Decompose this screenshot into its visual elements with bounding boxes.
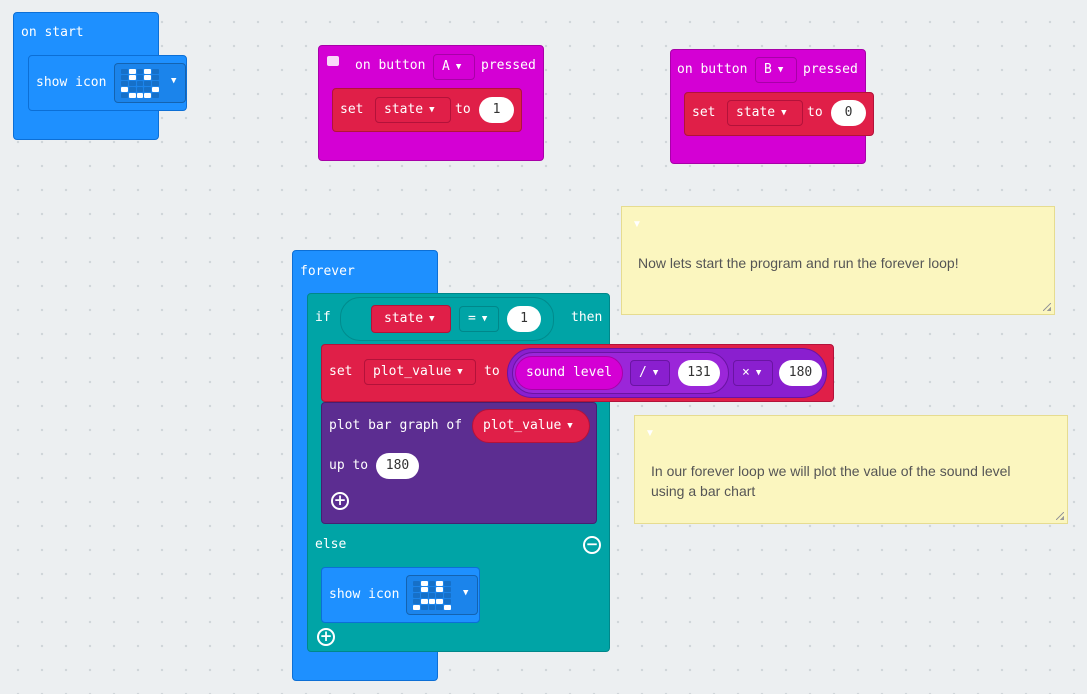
- multiplier-input[interactable]: 180: [779, 360, 822, 386]
- caret-down-icon: ▼: [652, 368, 659, 378]
- set-label: set: [340, 102, 364, 117]
- plot-bar-graph-label: plot bar graph of: [329, 418, 463, 433]
- caret-down-icon: ▼: [463, 588, 469, 598]
- comment-note-2[interactable]: ▼ In our forever loop we will plot the v…: [634, 415, 1068, 524]
- state-condition-dropdown[interactable]: state ▼: [371, 305, 451, 333]
- show-icon-label: show icon: [329, 587, 400, 602]
- condition-variable: state: [384, 311, 424, 326]
- plot-value-dropdown[interactable]: plot_value ▼: [364, 359, 476, 385]
- divide-operator: /: [639, 365, 647, 380]
- sound-level-label: sound level: [526, 365, 613, 380]
- led-icon-picker[interactable]: ▼: [406, 575, 478, 615]
- on-button-label: on button: [677, 62, 748, 77]
- caret-down-icon: ▼: [567, 421, 573, 431]
- set-label: set: [329, 364, 353, 379]
- plot-variable: plot_value: [483, 418, 562, 433]
- operator-value: =: [468, 311, 476, 326]
- pressed-label: pressed: [481, 58, 536, 73]
- chevron-down-icon[interactable]: ▼: [645, 424, 655, 444]
- led-matrix-icon: [413, 581, 451, 610]
- caret-down-icon: ▼: [455, 62, 462, 72]
- sound-level-block[interactable]: sound level: [515, 356, 623, 390]
- on-button-label: on button: [355, 58, 426, 73]
- plot-value-variable: plot_value: [373, 364, 452, 379]
- led-matrix-icon: [121, 69, 159, 98]
- plus-circle-icon[interactable]: +: [317, 628, 335, 646]
- button-b-value: B: [764, 62, 772, 77]
- button-a-value: A: [442, 59, 450, 74]
- caret-down-icon: ▼: [429, 314, 435, 324]
- divide-operator-dropdown[interactable]: / ▼: [630, 360, 670, 386]
- to-label: to: [484, 364, 500, 379]
- to-label: to: [807, 105, 823, 120]
- plot-variable-dropdown[interactable]: plot_value ▼: [472, 409, 590, 443]
- button-a-dropdown[interactable]: A ▼: [433, 54, 475, 80]
- comment-text-1[interactable]: Now lets start the program and run the f…: [638, 253, 1034, 273]
- caret-down-icon: ▼: [755, 368, 762, 378]
- state-dropdown-a[interactable]: state ▼: [375, 97, 451, 123]
- divisor-input[interactable]: 131: [678, 360, 720, 386]
- state-variable: state: [736, 105, 776, 120]
- to-label: to: [455, 102, 471, 117]
- set-label: set: [692, 105, 716, 120]
- if-label: if: [315, 310, 331, 325]
- resize-handle-icon[interactable]: [1056, 512, 1064, 520]
- caret-down-icon: ▼: [781, 108, 787, 118]
- minus-circle-icon[interactable]: −: [583, 536, 601, 554]
- operator-dropdown[interactable]: = ▼: [459, 306, 499, 332]
- caret-down-icon: ▼: [777, 65, 784, 75]
- forever-label: forever: [300, 264, 355, 279]
- pressed-label: pressed: [803, 62, 858, 77]
- up-to-input[interactable]: 180: [376, 453, 419, 479]
- comment-note-1[interactable]: ▼ Now lets start the program and run the…: [621, 206, 1055, 315]
- resize-handle-icon[interactable]: [1043, 303, 1051, 311]
- multiply-operator-dropdown[interactable]: × ▼: [733, 360, 773, 386]
- multiply-operator: ×: [742, 365, 750, 380]
- led-icon-picker[interactable]: ▼: [114, 63, 186, 103]
- then-label: then: [571, 310, 603, 325]
- chevron-down-icon[interactable]: ▼: [632, 215, 642, 235]
- condition-value-input[interactable]: 1: [507, 306, 541, 332]
- value-input-b[interactable]: 0: [831, 100, 866, 126]
- comment-icon[interactable]: [327, 56, 339, 66]
- state-variable: state: [384, 102, 424, 117]
- on-start-label: on start: [21, 25, 84, 40]
- value-input-a[interactable]: 1: [479, 97, 514, 123]
- plus-circle-icon[interactable]: +: [331, 492, 349, 510]
- comment-text-2[interactable]: In our forever loop we will plot the val…: [651, 461, 1047, 501]
- button-b-dropdown[interactable]: B ▼: [755, 57, 797, 83]
- caret-down-icon: ▼: [457, 367, 463, 377]
- else-label: else: [315, 537, 347, 552]
- caret-down-icon: ▼: [171, 76, 177, 86]
- caret-down-icon: ▼: [481, 314, 488, 324]
- state-dropdown-b[interactable]: state ▼: [727, 100, 803, 126]
- caret-down-icon: ▼: [429, 105, 435, 115]
- show-icon-label: show icon: [36, 75, 107, 90]
- up-to-label: up to: [329, 458, 369, 473]
